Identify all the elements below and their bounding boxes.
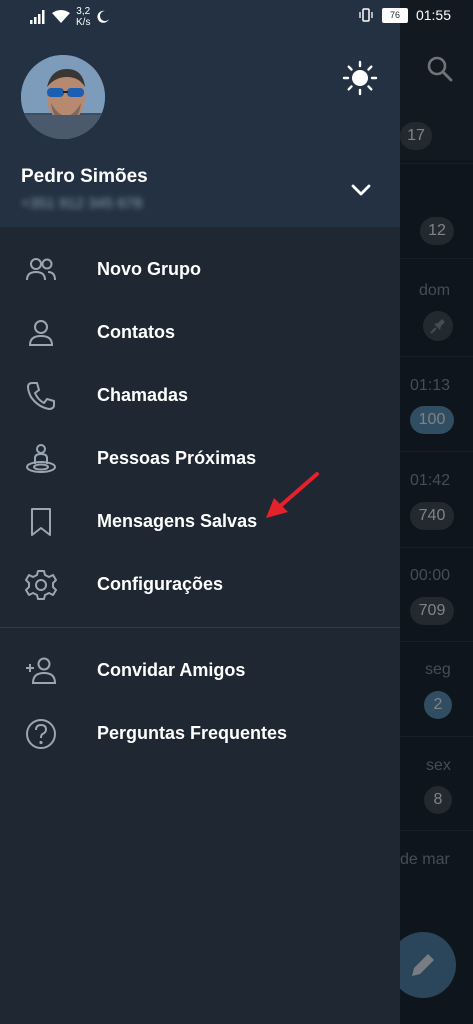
menu-item-label: Convidar Amigos: [97, 660, 246, 680]
menu-item-contacts[interactable]: Contatos: [0, 301, 400, 364]
person-icon: [28, 320, 54, 346]
vibrate-icon: [359, 8, 373, 22]
profile-photo: [21, 55, 105, 139]
menu-item-invite-friends[interactable]: Convidar Amigos: [0, 639, 400, 702]
menu-item-settings[interactable]: Configurações: [0, 553, 400, 616]
moon-icon: [97, 10, 110, 23]
annotation-arrow-icon: [266, 472, 319, 518]
menu-item-calls[interactable]: Chamadas: [0, 364, 400, 427]
menu-item-label: Pessoas Próximas: [97, 448, 257, 468]
sun-icon[interactable]: [342, 60, 378, 96]
avatar[interactable]: [21, 55, 105, 139]
wifi-icon: [52, 10, 70, 23]
user-phone: +351 912 345 678: [21, 195, 143, 212]
menu-item-label: Configurações: [97, 574, 224, 594]
clock: 01:55: [415, 7, 451, 23]
menu-divider: [0, 627, 400, 628]
add-person-icon: [26, 657, 57, 684]
user-name: Pedro Simões: [21, 166, 148, 187]
menu-item-label: Mensagens Salvas: [97, 511, 258, 531]
status-bar: 3,2 K/s 76 01:55: [0, 0, 473, 33]
chevron-down-icon[interactable]: [347, 176, 375, 204]
menu-item-label: Contatos: [97, 322, 175, 342]
signal-icon: [30, 10, 45, 24]
gear-icon: [25, 570, 57, 600]
drawer-header: Pedro Simões +351 912 345 678: [0, 0, 400, 227]
menu-item-nearby-people[interactable]: Pessoas Próximas: [0, 427, 400, 490]
menu-item-label: Chamadas: [97, 385, 189, 405]
network-speed: 3,2 K/s: [76, 6, 91, 28]
group-icon: [26, 258, 56, 281]
menu-item-label: Perguntas Frequentes: [97, 723, 288, 743]
menu-item-new-group[interactable]: Novo Grupo: [0, 238, 400, 301]
phone-icon: [27, 382, 55, 410]
question-icon: [26, 719, 56, 749]
navigation-drawer: Pedro Simões +351 912 345 678 Novo Grupo: [0, 0, 400, 1024]
battery-icon: 76: [381, 7, 408, 23]
menu-item-label: Novo Grupo: [97, 259, 201, 279]
drawer-menu: Novo Grupo Contatos Chamadas Pessoas Pró…: [0, 238, 400, 765]
nearby-people-icon: [26, 444, 56, 473]
menu-item-saved-messages[interactable]: Mensagens Salvas: [0, 490, 400, 553]
menu-item-faq[interactable]: Perguntas Frequentes: [0, 702, 400, 765]
bookmark-icon: [31, 508, 51, 536]
